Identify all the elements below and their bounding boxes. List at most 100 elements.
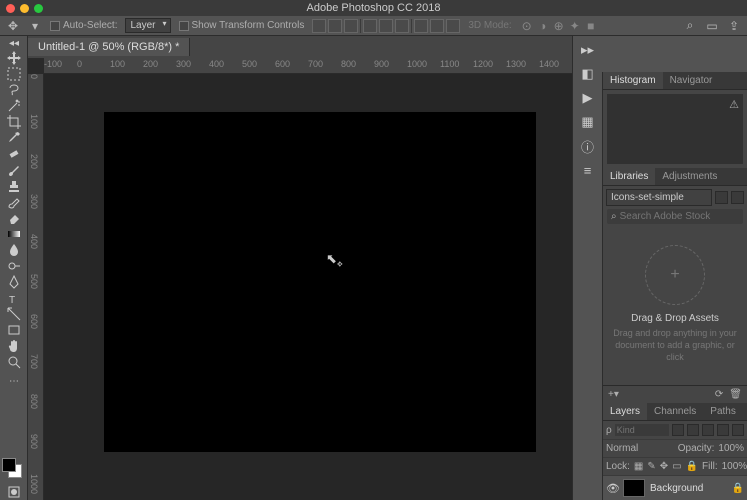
- move-tool-icon: ✥: [6, 19, 20, 33]
- lasso-tool[interactable]: [0, 82, 27, 98]
- visibility-icon[interactable]: 👁: [606, 482, 618, 494]
- ruler-tick: 600: [275, 59, 290, 69]
- histogram-view: ⚠: [607, 94, 743, 164]
- pen-tool[interactable]: [0, 274, 27, 290]
- layer-row[interactable]: 👁 Background 🔒: [603, 475, 747, 500]
- brush-tool[interactable]: [0, 162, 27, 178]
- align-hcenter-icon[interactable]: [379, 19, 393, 33]
- marquee-tool[interactable]: [0, 66, 27, 82]
- crop-tool[interactable]: [0, 114, 27, 130]
- lock-icon[interactable]: 🔒: [732, 483, 744, 494]
- edit-toolbar-icon[interactable]: ⋯: [9, 376, 19, 387]
- align-vcenter-icon[interactable]: [328, 19, 342, 33]
- warning-icon[interactable]: ⚠: [729, 98, 739, 111]
- share-icon[interactable]: ⇪: [727, 19, 741, 33]
- foreground-swatch[interactable]: [2, 458, 16, 472]
- play-icon[interactable]: ▶: [580, 90, 596, 106]
- tab-adjustments[interactable]: Adjustments: [655, 168, 724, 185]
- properties-icon[interactable]: ≡: [580, 162, 596, 178]
- tools-panel: ◂◂ T ⋯: [0, 36, 28, 500]
- history-brush-tool[interactable]: [0, 194, 27, 210]
- tab-histogram[interactable]: Histogram: [603, 72, 663, 89]
- lock-position-icon[interactable]: ✥: [660, 461, 668, 472]
- add-icon[interactable]: +: [645, 245, 705, 305]
- dodge-tool[interactable]: [0, 258, 27, 274]
- ruler-tick: 1300: [506, 59, 526, 69]
- align-bottom-icon[interactable]: [344, 19, 358, 33]
- search-icon[interactable]: ⌕: [683, 19, 697, 33]
- swatches-panel-icon[interactable]: ▦: [580, 114, 596, 130]
- tab-paths[interactable]: Paths: [703, 403, 743, 420]
- distribute-icon[interactable]: [446, 19, 460, 33]
- filter-pixel-icon[interactable]: [672, 424, 684, 436]
- blend-mode-select[interactable]: Normal: [606, 443, 674, 454]
- collapse-icon[interactable]: ◂◂: [0, 36, 28, 50]
- ruler-tick: 1000: [29, 474, 39, 494]
- ruler-tick: 700: [29, 354, 39, 369]
- sync-icon[interactable]: ⟳: [715, 389, 723, 400]
- maximize-window-button[interactable]: [34, 4, 43, 13]
- magic-wand-tool[interactable]: [0, 98, 27, 114]
- lock-artboard-icon[interactable]: ▭: [672, 461, 681, 472]
- list-view-icon[interactable]: [731, 191, 744, 204]
- hand-tool[interactable]: [0, 338, 27, 354]
- canvas[interactable]: [104, 112, 536, 452]
- ruler-tick: 500: [242, 59, 257, 69]
- auto-select-checkbox[interactable]: Auto-Select:: [50, 20, 117, 31]
- zoom-tool[interactable]: [0, 354, 27, 370]
- ruler-tick: 1200: [473, 59, 493, 69]
- document-tab[interactable]: Untitled-1 @ 50% (RGB/8*) *: [28, 38, 190, 56]
- auto-select-dropdown[interactable]: Layer: [125, 18, 170, 33]
- filter-adjust-icon[interactable]: [687, 424, 699, 436]
- filter-shape-icon[interactable]: [717, 424, 729, 436]
- trash-icon[interactable]: 🗑: [729, 389, 742, 400]
- tab-channels[interactable]: Channels: [647, 403, 703, 420]
- library-drop-zone[interactable]: + Drag & Drop Assets Drag and drop anyth…: [603, 224, 747, 385]
- eraser-tool[interactable]: [0, 210, 27, 226]
- align-top-icon[interactable]: [312, 19, 326, 33]
- expand-icon[interactable]: ▸▸: [580, 42, 596, 58]
- ruler-tick: 900: [374, 59, 389, 69]
- stock-search[interactable]: ⌕: [607, 209, 743, 224]
- layer-filter-kind[interactable]: [615, 424, 669, 436]
- rectangle-tool[interactable]: [0, 322, 27, 338]
- healing-tool[interactable]: [0, 146, 27, 162]
- distribute-icon[interactable]: [414, 19, 428, 33]
- workspace-icon[interactable]: ▭: [705, 19, 719, 33]
- tab-navigator[interactable]: Navigator: [663, 72, 720, 89]
- fill-value[interactable]: 100%: [722, 461, 747, 472]
- library-select[interactable]: Icons-set-simple: [606, 189, 712, 206]
- tab-libraries[interactable]: Libraries: [603, 168, 655, 185]
- tool-dropdown-icon[interactable]: ▾: [28, 19, 42, 33]
- move-tool[interactable]: [0, 50, 27, 66]
- lock-image-icon[interactable]: ✎: [647, 461, 655, 472]
- add-content-icon[interactable]: +▾: [608, 389, 619, 400]
- options-bar: ✥ ▾ Auto-Select: Layer Show Transform Co…: [0, 16, 747, 36]
- blur-tool[interactable]: [0, 242, 27, 258]
- eyedropper-tool[interactable]: [0, 130, 27, 146]
- grid-view-icon[interactable]: [715, 191, 728, 204]
- gradient-tool[interactable]: [0, 226, 27, 242]
- info-icon[interactable]: ⓘ: [580, 138, 596, 154]
- filter-type-icon[interactable]: [702, 424, 714, 436]
- layer-thumbnail[interactable]: [623, 479, 645, 497]
- show-transform-checkbox[interactable]: Show Transform Controls: [179, 20, 305, 31]
- lock-transparent-icon[interactable]: ▦: [634, 461, 643, 472]
- lock-all-icon[interactable]: 🔒: [686, 461, 698, 472]
- opacity-value[interactable]: 100%: [718, 443, 744, 454]
- align-left-icon[interactable]: [363, 19, 377, 33]
- close-window-button[interactable]: [6, 4, 15, 13]
- color-panel-icon[interactable]: ◧: [580, 66, 596, 82]
- color-swatches[interactable]: [0, 456, 27, 480]
- layer-name[interactable]: Background: [650, 483, 703, 494]
- tab-layers[interactable]: Layers: [603, 403, 647, 420]
- filter-smart-icon[interactable]: [732, 424, 744, 436]
- distribute-icon[interactable]: [430, 19, 444, 33]
- minimize-window-button[interactable]: [20, 4, 29, 13]
- type-tool[interactable]: T: [0, 290, 27, 306]
- path-tool[interactable]: [0, 306, 27, 322]
- search-input[interactable]: [620, 211, 747, 222]
- stamp-tool[interactable]: [0, 178, 27, 194]
- quickmask-tool[interactable]: [0, 484, 27, 500]
- align-right-icon[interactable]: [395, 19, 409, 33]
